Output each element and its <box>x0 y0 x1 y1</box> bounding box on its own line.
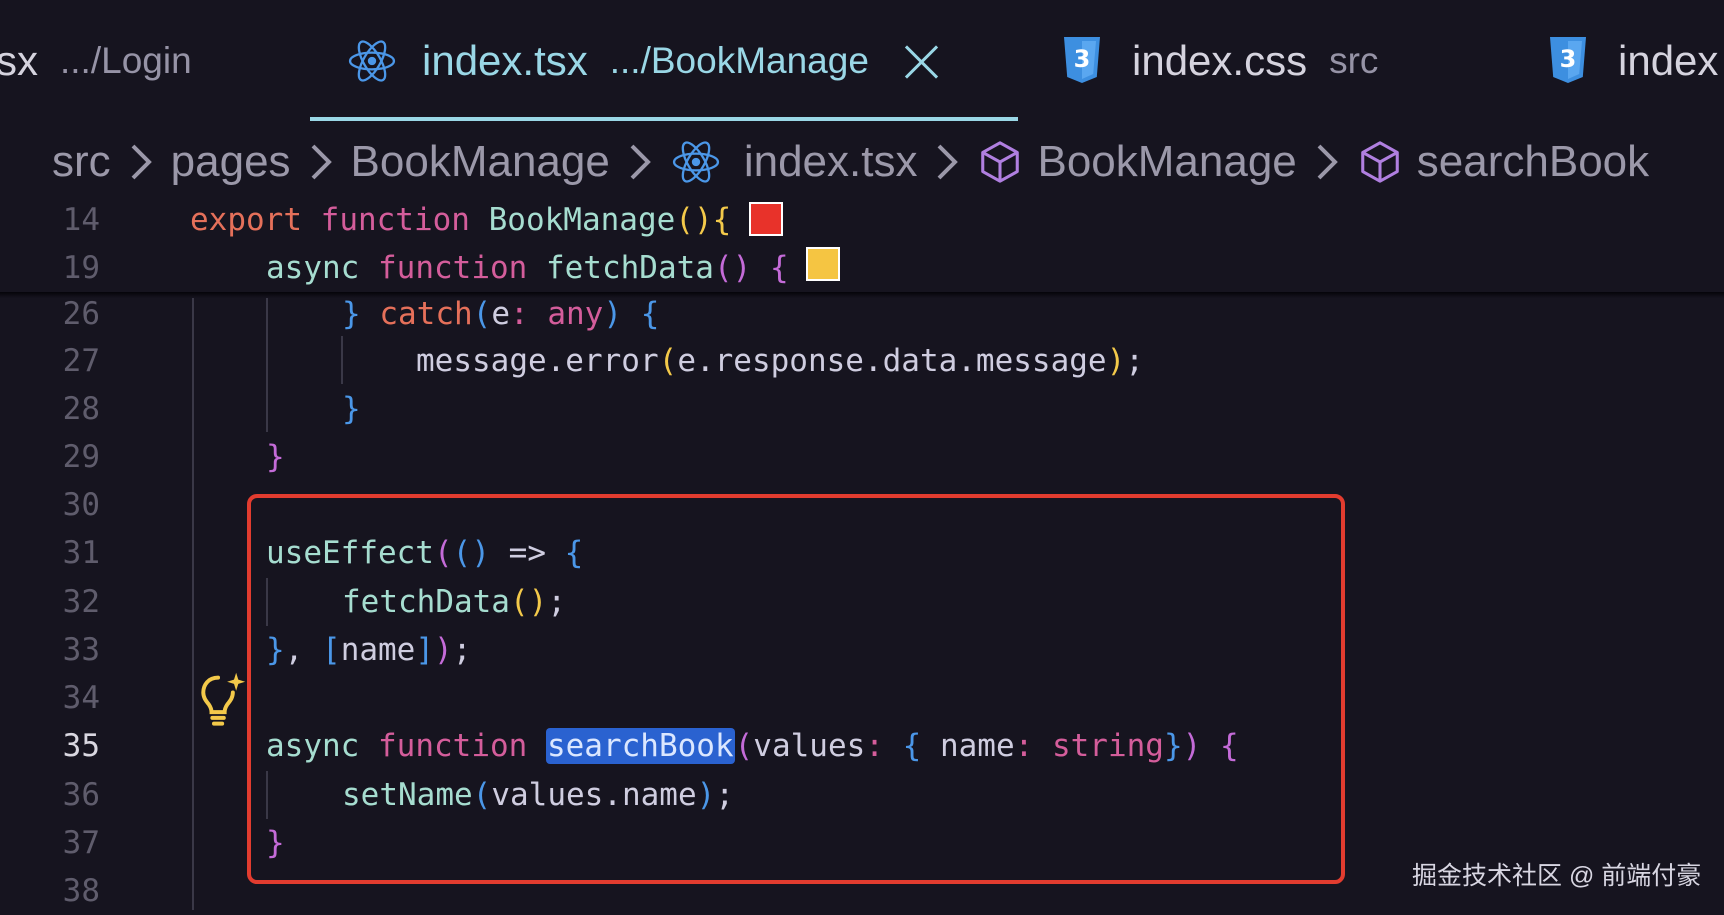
line-number: 35 <box>62 728 100 764</box>
breadcrumb: src pages BookManage index.tsx BookManag… <box>52 132 1649 192</box>
token: BookManage <box>488 202 676 238</box>
breadcrumb-item-src[interactable]: src <box>52 137 111 187</box>
token: catch <box>379 296 473 332</box>
tab-index-css[interactable]: 3 index.css src <box>1062 0 1378 122</box>
breadcrumb-item-file[interactable]: index.tsx <box>670 137 918 187</box>
token: : <box>510 296 529 332</box>
breadcrumb-item-bookmanage-symbol[interactable]: BookManage <box>977 137 1297 187</box>
active-tab-indicator <box>310 117 1018 121</box>
css3-icon: 3 <box>1550 37 1586 83</box>
tab-path: .../BookManage <box>609 40 869 81</box>
line-number: 31 <box>62 535 100 571</box>
tab-filename: index.css <box>1132 37 1308 84</box>
breadcrumb-label: BookManage <box>1037 137 1297 186</box>
token: async <box>266 250 360 286</box>
line-number: 37 <box>62 825 100 861</box>
line-content: async function fetchData() { <box>266 244 789 292</box>
token: message.error <box>416 343 659 379</box>
line-number: 36 <box>62 777 100 813</box>
sticky-scroll-shadow <box>0 292 1724 298</box>
react-icon <box>348 40 396 82</box>
line-content: export function BookManage(){ <box>190 196 731 244</box>
css3-icon: 3 <box>1064 37 1100 83</box>
line-content: } <box>342 385 361 433</box>
tab-index-partial[interactable]: 3 index <box>1548 0 1718 122</box>
token: { <box>712 202 732 238</box>
chevron-right-icon <box>630 144 651 180</box>
chevron-right-icon <box>938 144 959 180</box>
tab-filename: index.tsx <box>422 37 588 84</box>
token: e.response.data.message <box>677 343 1107 379</box>
token: e <box>491 296 511 332</box>
code-line: 28 } <box>0 385 1724 433</box>
symbol-method-cube-icon <box>981 141 1020 183</box>
token: } <box>342 296 361 332</box>
tab-bookmanage-index-tsx[interactable]: index.tsx .../BookManage <box>346 0 941 122</box>
line-number: 33 <box>62 632 100 668</box>
tab-path: .../Login <box>60 40 192 81</box>
breadcrumb-item-pages[interactable]: pages <box>171 137 291 187</box>
line-number: 32 <box>62 584 100 620</box>
line-content: message.error(e.response.data.message); <box>416 337 1144 385</box>
token: function <box>320 202 470 238</box>
editor-tab-bar: sx .../Login index.tsx .../BookManage 3 … <box>0 0 1724 122</box>
line-number: 14 <box>62 202 100 238</box>
token: } <box>266 439 285 475</box>
sticky-scroll-header[interactable]: 14 export function BookManage(){ 19 asyn… <box>0 196 1724 292</box>
line-number: 29 <box>62 439 100 475</box>
sticky-line[interactable]: 14 export function BookManage(){ <box>0 196 1724 244</box>
tab-path: src <box>1329 40 1379 81</box>
line-number: 27 <box>62 343 100 379</box>
breadcrumb-item-searchbook-symbol[interactable]: searchBook <box>1357 137 1649 187</box>
line-number: 38 <box>62 873 100 909</box>
code-line: 29 } <box>0 433 1724 481</box>
svg-text:3: 3 <box>1560 45 1577 73</box>
token: } <box>342 391 361 427</box>
breadcrumb-item-bookmanage-folder[interactable]: BookManage <box>351 137 610 187</box>
highlight-annotation-box <box>247 494 1345 884</box>
token: ( <box>472 296 492 332</box>
token: function <box>378 250 528 286</box>
svg-text:3: 3 <box>1074 45 1091 73</box>
token: export <box>190 202 302 238</box>
sticky-line[interactable]: 19 async function fetchData() { <box>0 244 1724 292</box>
line-number: 19 <box>62 250 100 286</box>
react-icon <box>672 141 719 183</box>
tab-filename: index <box>1618 37 1719 84</box>
line-number: 30 <box>62 487 100 523</box>
line-number: 34 <box>62 680 100 716</box>
code-line: 27 message.error(e.response.data.message… <box>0 337 1724 385</box>
token: ) <box>603 296 623 332</box>
line-content: } <box>266 433 285 481</box>
token: () <box>675 202 713 238</box>
chevron-right-icon <box>311 144 332 180</box>
token: () <box>713 250 752 286</box>
token: ( <box>658 343 678 379</box>
token: any <box>547 296 604 332</box>
token: { <box>640 296 660 332</box>
tab-filename: sx <box>0 37 38 84</box>
tab-login-index-tsx[interactable]: sx .../Login <box>0 0 192 122</box>
breadcrumb-label: index.tsx <box>743 137 918 186</box>
token: ; <box>1125 343 1144 379</box>
symbol-method-cube-icon <box>1360 141 1399 183</box>
yellow-marker-square <box>806 247 840 281</box>
lightbulb-sparkle-icon[interactable] <box>200 671 246 727</box>
token: ) <box>1106 343 1126 379</box>
chevron-right-icon <box>131 144 152 180</box>
token: { <box>769 250 789 286</box>
chevron-right-icon <box>1317 144 1338 180</box>
token: fetchData <box>545 250 714 286</box>
red-marker-square <box>749 202 783 236</box>
breadcrumb-label: searchBook <box>1416 137 1650 186</box>
line-number: 28 <box>62 391 100 427</box>
close-tab-icon[interactable] <box>903 42 941 80</box>
watermark: 掘金技术社区 @ 前端付豪 <box>1412 862 1702 890</box>
